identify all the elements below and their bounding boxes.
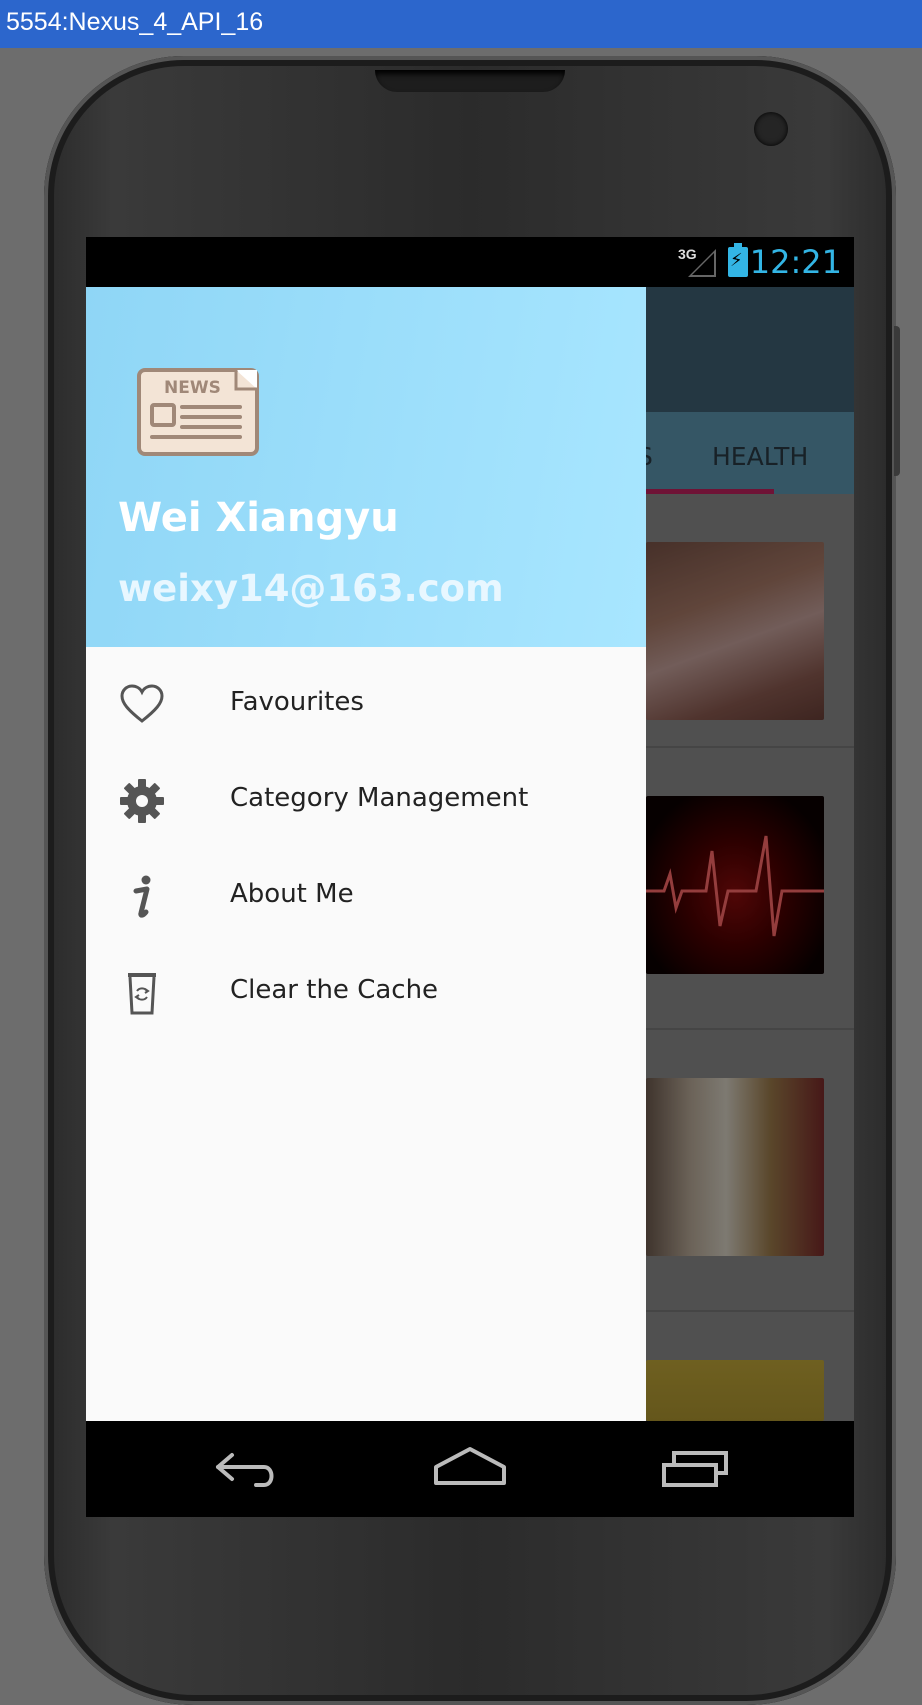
info-icon xyxy=(133,875,151,918)
gear-icon xyxy=(120,779,164,823)
user-name: Wei Xiangyu xyxy=(118,495,399,541)
menu-label-about-me: About Me xyxy=(230,879,354,909)
menu-label-favourites: Favourites xyxy=(230,687,364,717)
app-content: S HEALTH xyxy=(86,287,854,1421)
menu-label-clear-cache: Clear the Cache xyxy=(230,975,439,1005)
menu-item-about-me[interactable]: About Me xyxy=(86,849,646,945)
window-title-bar: 5554:Nexus_4_API_16 xyxy=(0,0,922,48)
back-icon[interactable] xyxy=(212,1445,282,1493)
front-camera xyxy=(754,112,788,146)
drawer-header: NEWS Wei Xiangyu weixy14@163.com xyxy=(86,287,646,647)
status-bar: 3G ⚡ 12:21 xyxy=(86,237,854,287)
status-clock: 12:21 xyxy=(749,243,842,281)
user-email: weixy14@163.com xyxy=(118,567,504,610)
news-logo-icon: NEWS xyxy=(137,368,259,456)
trash-icon xyxy=(128,973,156,1015)
signal-icon xyxy=(688,249,716,277)
window-title: 5554:Nexus_4_API_16 xyxy=(6,8,264,36)
speaker-grille xyxy=(375,70,565,92)
menu-item-favourites[interactable]: Favourites xyxy=(86,657,646,753)
news-logo-text: NEWS xyxy=(164,378,221,398)
device-screen: 3G ⚡ 12:21 S HEALTH xyxy=(86,237,854,1517)
menu-item-clear-cache[interactable]: Clear the Cache xyxy=(86,945,646,1041)
power-button[interactable] xyxy=(894,326,900,476)
menu-label-category-management: Category Management xyxy=(230,783,529,813)
recent-apps-icon[interactable] xyxy=(660,1445,730,1493)
home-icon[interactable] xyxy=(432,1445,508,1493)
navigation-drawer: NEWS Wei Xiangyu weixy14@163.com Favouri… xyxy=(86,287,646,1421)
system-nav-bar xyxy=(86,1421,854,1517)
battery-charging-icon: ⚡ xyxy=(728,243,748,277)
menu-item-category-management[interactable]: Category Management xyxy=(86,753,646,849)
heart-icon xyxy=(120,684,164,723)
